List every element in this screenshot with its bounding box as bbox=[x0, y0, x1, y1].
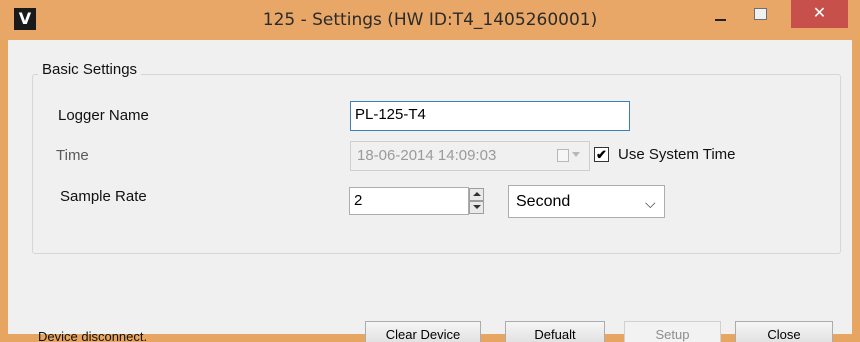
chevron-down-icon[interactable]: ⌵ bbox=[645, 195, 656, 212]
chevron-down-icon[interactable] bbox=[572, 152, 580, 157]
use-system-time-checkbox[interactable]: ✔ bbox=[594, 147, 609, 162]
calendar-icon[interactable] bbox=[557, 149, 569, 162]
time-label: Time bbox=[56, 147, 89, 164]
clear-device-button[interactable]: Clear Device bbox=[365, 321, 481, 342]
close-button[interactable]: Close bbox=[735, 321, 833, 342]
minimize-icon[interactable] bbox=[700, 0, 740, 30]
title-bar[interactable]: V 125 - Settings (HW ID:T4_1405260001) ✕ bbox=[0, 0, 860, 40]
settings-window: V 125 - Settings (HW ID:T4_1405260001) ✕… bbox=[0, 0, 860, 342]
time-datepicker[interactable]: 18-06-2014 14:09:03 bbox=[350, 141, 590, 171]
close-window-icon[interactable]: ✕ bbox=[791, 0, 848, 28]
sample-rate-input[interactable]: 2 bbox=[349, 187, 469, 215]
use-system-time-label[interactable]: Use System Time bbox=[618, 146, 736, 163]
sample-rate-label: Sample Rate bbox=[60, 188, 147, 205]
default-button[interactable]: Defualt bbox=[505, 321, 605, 342]
spin-up-icon[interactable] bbox=[469, 188, 484, 201]
logger-name-input[interactable]: PL-125-T4 bbox=[350, 101, 630, 131]
logger-name-label: Logger Name bbox=[58, 107, 149, 124]
spin-down-icon[interactable] bbox=[469, 201, 484, 214]
dialog-client-area: Basic Settings Logger Name PL-125-T4 Tim… bbox=[8, 40, 852, 342]
sample-rate-unit-select[interactable]: Second bbox=[508, 185, 665, 218]
setup-button[interactable]: Setup bbox=[624, 321, 721, 342]
maximize-icon[interactable] bbox=[740, 0, 780, 30]
status-text: Device disconnect. bbox=[38, 329, 148, 342]
sample-rate-stepper[interactable] bbox=[469, 188, 484, 214]
basic-settings-title: Basic Settings bbox=[38, 61, 142, 78]
